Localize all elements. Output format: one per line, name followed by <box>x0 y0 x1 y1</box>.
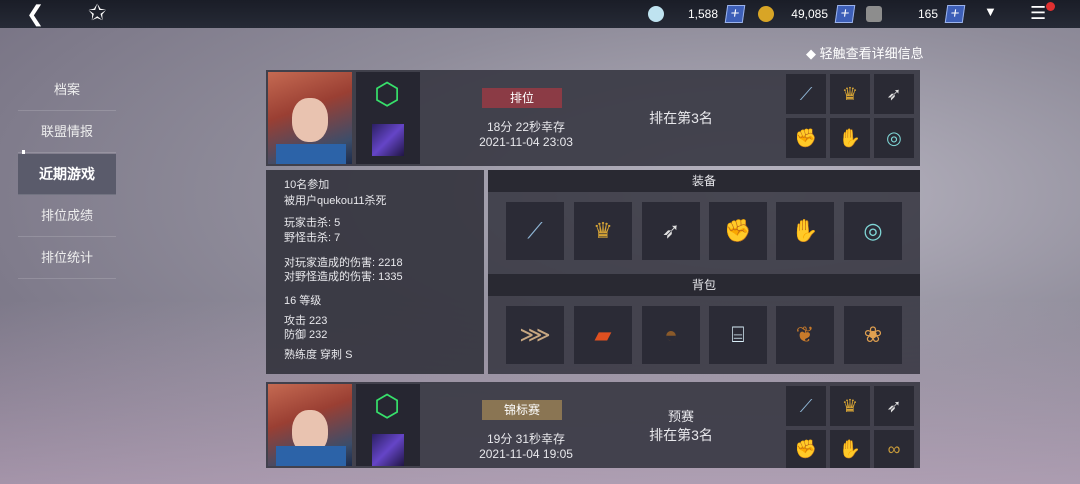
gold-coin-icon <box>758 6 774 22</box>
match-date: 2021-11-04 23:03 <box>479 135 573 149</box>
gauntlet-icon[interactable]: ✋ <box>776 202 834 260</box>
placement: 预赛 排在第3名 <box>596 408 766 444</box>
match-date: 2021-11-04 19:05 <box>479 447 573 461</box>
crystal-currency: 1,588 + <box>648 4 746 24</box>
match-card-2[interactable]: ⬡ 锦标赛 19分 31秒幸存 2021-11-04 19:05 预赛 排在第3… <box>266 382 920 468</box>
attack: 攻击 223 <box>284 315 328 327</box>
sidebar-item-recent-games[interactable]: 近期游戏 <box>18 154 116 195</box>
crystal-amount: 1,588 <box>687 7 718 21</box>
placement-text: 排在第3名 <box>649 427 713 443</box>
equipment-bag-panel: 装备 ⟋ ♛ ➶ ✊ ✋ ◎ 背包 ⋙ ▰ ◓ ⌸ ❦ ❀ <box>488 170 920 374</box>
gold-amount: 49,085 <box>791 7 828 21</box>
sidebar-item-profile[interactable]: 档案 <box>18 70 116 111</box>
sidebar: 档案 联盟情报 近期游戏 排位成绩 排位统计 <box>18 70 116 280</box>
star-home-icon[interactable]: ✩ <box>88 1 106 25</box>
gold-currency: 49,085 + <box>758 4 856 24</box>
hexagon-emblem-icon: ⬡ <box>373 78 401 111</box>
curry-dish-icon[interactable]: ◓ <box>642 306 700 364</box>
fried-chicken-icon[interactable]: ❀ <box>844 306 902 364</box>
participants: 10名参加 <box>284 179 330 191</box>
match-card-1[interactable]: ⬡ 排位 18分 22秒幸存 2021-11-04 23:03 排在第3名 ⟋ … <box>266 70 920 166</box>
clan-box: ⬡ <box>356 384 420 466</box>
menu-icon[interactable]: ☰ <box>1030 4 1046 22</box>
rifle-icon: ⟋ <box>786 74 826 114</box>
crown-icon[interactable]: ♛ <box>574 202 632 260</box>
clan-box: ⬡ <box>356 72 420 164</box>
avatar <box>268 384 352 466</box>
feather-icon[interactable]: ➶ <box>642 202 700 260</box>
match-time: 19分 31秒幸存 2021-11-04 19:05 <box>436 432 616 462</box>
survive-time: 18分 22秒幸存 <box>486 120 566 134</box>
sidebar-item-ranked-results[interactable]: 排位成绩 <box>18 196 116 237</box>
match-detail-panel: 10名参加 被用户quekou11杀死 玩家击杀: 5 野怪击杀: 7 对玩家造… <box>266 170 484 374</box>
sidebar-item-alliance[interactable]: 联盟情报 <box>18 112 116 153</box>
match-time: 18分 22秒幸存 2021-11-04 23:03 <box>436 120 616 150</box>
placement: 排在第3名 <box>649 110 713 126</box>
ticket-icon <box>866 6 882 22</box>
feather-icon: ➶ <box>874 386 914 426</box>
hexagon-emblem-icon: ⬡ <box>373 390 401 423</box>
defense: 防御 232 <box>284 329 328 341</box>
gauntlet-icon: ✋ <box>830 118 870 158</box>
gauntlet-icon: ✋ <box>830 430 870 468</box>
sidebar-item-ranked-stats[interactable]: 排位统计 <box>18 238 116 279</box>
weapon-skill-icon <box>372 434 404 466</box>
water-bottle-icon[interactable]: ⌸ <box>709 306 767 364</box>
ticket-currency: 165 + <box>866 4 966 24</box>
glove-icon[interactable]: ✊ <box>709 202 767 260</box>
add-ticket-button[interactable]: + <box>944 5 966 23</box>
weapon-skill-icon <box>372 124 404 156</box>
top-bar: ❮ ✩ 1,588 + 49,085 + 165 + ▼ ☰ <box>0 0 1080 28</box>
add-crystal-button[interactable]: + <box>724 5 746 23</box>
equipment-preview: ⟋ ♛ ➶ ✊ ✋ ◎ <box>786 74 916 162</box>
monster-damage: 对野怪造成的伤害: 1335 <box>284 271 403 283</box>
fried-food-icon[interactable]: ❦ <box>776 306 834 364</box>
equipment-heading: 装备 <box>488 170 920 192</box>
player-damage: 对玩家造成的伤害: 2218 <box>284 257 403 269</box>
crown-icon: ♛ <box>830 74 870 114</box>
glove-icon: ✊ <box>786 430 826 468</box>
player-kills: 玩家击杀: 5 <box>284 217 341 229</box>
mastery: 熟练度 穿刺 S <box>284 349 353 361</box>
avatar <box>268 72 352 164</box>
stage-label: 预赛 <box>667 409 694 424</box>
killed-by: 被用户quekou11杀死 <box>284 195 387 207</box>
bag-heading: 背包 <box>488 274 920 296</box>
rifle-icon[interactable]: ⟋ <box>506 202 564 260</box>
ticket-amount: 165 <box>917 7 938 21</box>
feather-icon: ➶ <box>874 74 914 114</box>
goggles-icon: ∞ <box>874 430 914 468</box>
crown-icon: ♛ <box>830 386 870 426</box>
add-gold-button[interactable]: + <box>834 5 856 23</box>
bracelet-icon[interactable]: ◎ <box>844 202 902 260</box>
fish-icon[interactable]: ⋙ <box>506 306 564 364</box>
equipment-preview: ⟋ ♛ ➶ ✊ ✋ ∞ <box>786 386 916 468</box>
monster-kills: 野怪击杀: 7 <box>284 232 341 244</box>
level: 16 等级 <box>284 295 322 307</box>
mode-tag: 锦标赛 <box>482 400 562 420</box>
survive-time: 19分 31秒幸存 <box>486 432 566 446</box>
notification-badge <box>1046 2 1055 11</box>
rifle-icon: ⟋ <box>786 386 826 426</box>
glove-icon: ✊ <box>786 118 826 158</box>
detail-hint: ◆ 轻触查看详细信息 <box>806 46 924 61</box>
bread-brick-icon[interactable]: ▰ <box>574 306 632 364</box>
bracelet-icon: ◎ <box>874 118 914 158</box>
dropdown-arrow-icon[interactable]: ▼ <box>984 4 997 19</box>
crystal-icon <box>648 6 664 22</box>
mode-tag: 排位 <box>482 88 562 108</box>
back-arrow-icon[interactable]: ❮ <box>26 2 44 26</box>
